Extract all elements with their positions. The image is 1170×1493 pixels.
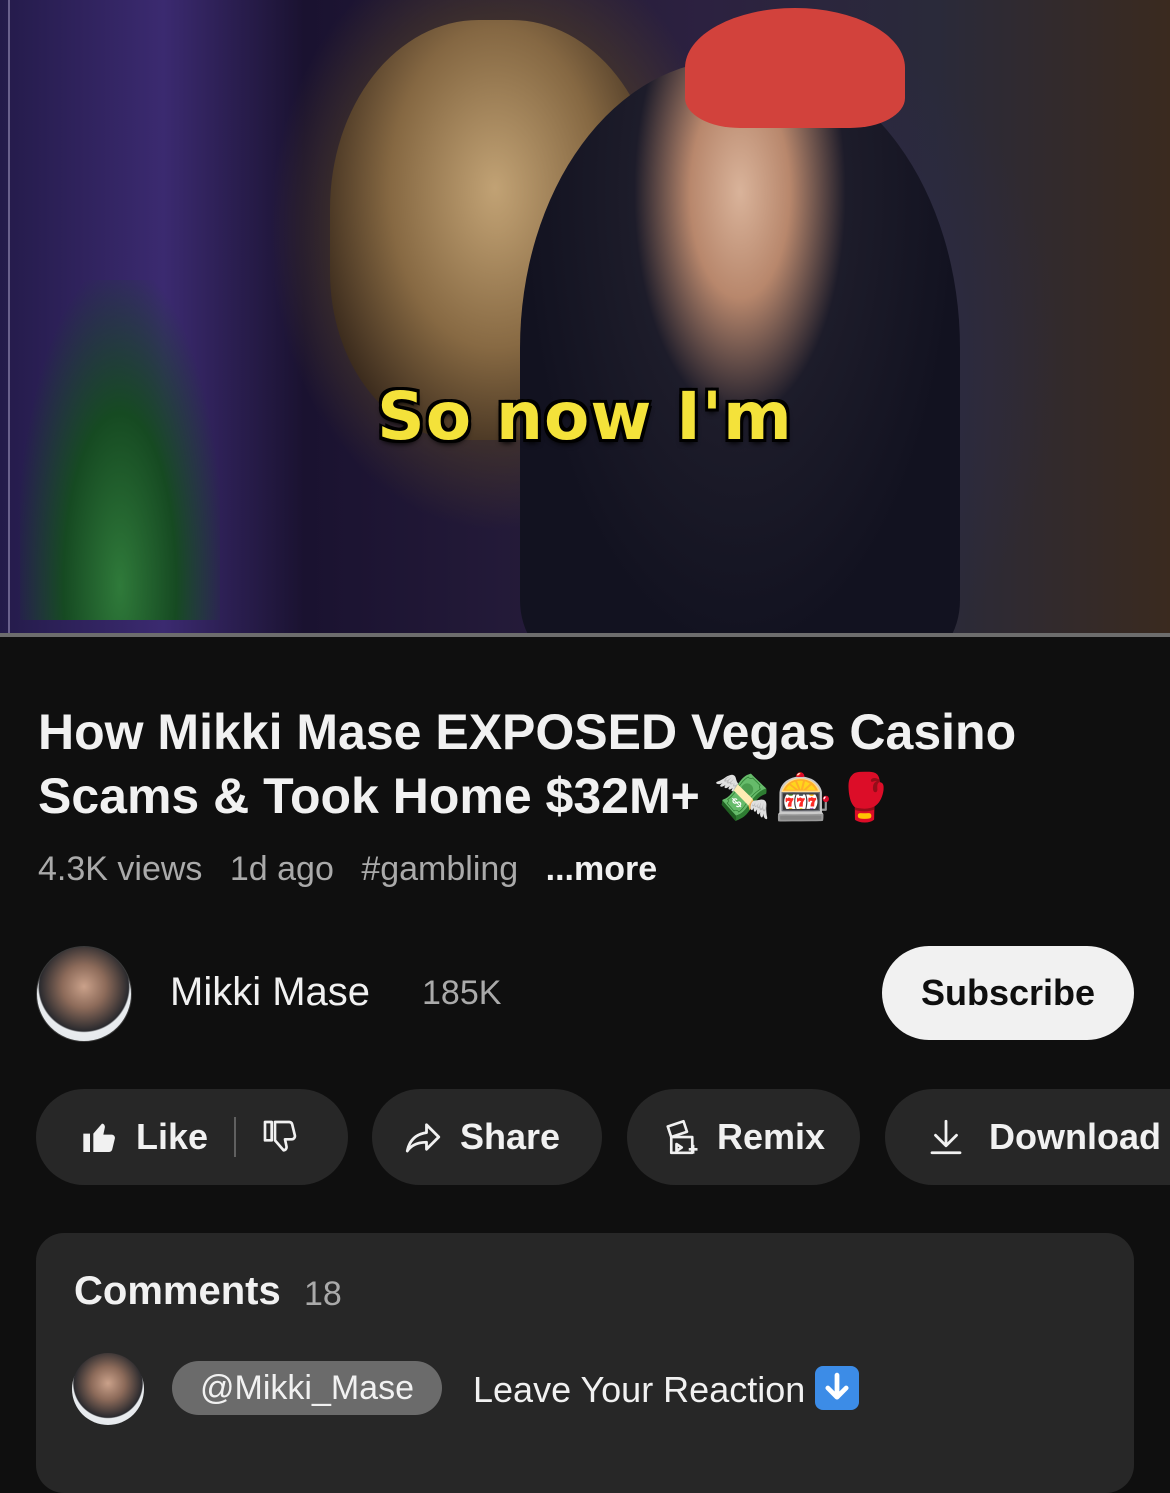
video-player[interactable]: So now I'm (0, 0, 1170, 637)
remix-button[interactable]: Remix (627, 1089, 860, 1185)
download-button[interactable]: Download (885, 1089, 1170, 1185)
speaker-cap (685, 8, 905, 128)
top-comment: Leave Your Reaction (473, 1366, 860, 1411)
video-caption: So now I'm (377, 378, 793, 455)
video-title[interactable]: How Mikki Mase EXPOSED Vegas Casino Scam… (38, 700, 1133, 829)
commenter-avatar (72, 1353, 144, 1425)
progress-bar[interactable] (0, 633, 1170, 637)
thumbs-down-icon[interactable] (260, 1117, 300, 1157)
share-label: Share (460, 1116, 561, 1157)
download-icon (930, 1119, 962, 1155)
remix-label: Remix (717, 1116, 826, 1157)
comments-title: Comments (74, 1269, 281, 1313)
down-arrow-icon (815, 1366, 860, 1410)
subscribe-button[interactable]: Subscribe (882, 946, 1134, 1040)
frame-edge (8, 0, 10, 637)
share-button[interactable]: Share (372, 1089, 602, 1185)
comments-count: 18 (304, 1275, 342, 1313)
hashtag-link[interactable]: #gambling (361, 850, 518, 888)
speaker (520, 60, 960, 637)
title-emoji: 💸🎰🥊 (713, 770, 898, 824)
like-button[interactable]: Like (36, 1116, 208, 1158)
top-comment-text: Leave Your Reaction (473, 1369, 806, 1410)
like-divider (234, 1117, 237, 1157)
subscriber-count: 185K (422, 974, 502, 1012)
action-bar: Like Share Remix Download (36, 1089, 1170, 1185)
like-dislike-group: Like (36, 1089, 348, 1185)
mention-chip[interactable]: @Mikki_Mase (172, 1361, 442, 1415)
thumbs-up-icon (83, 1123, 115, 1152)
more-link[interactable]: ...more (546, 850, 657, 888)
upload-age: 1d ago (229, 850, 334, 888)
remix-icon (666, 1119, 698, 1155)
share-icon (405, 1123, 441, 1153)
view-count: 4.3K views (38, 850, 203, 888)
channel-avatar[interactable] (36, 946, 132, 1042)
comments-card[interactable]: Comments 18 @Mikki_Mase Leave Your React… (36, 1233, 1134, 1493)
video-meta[interactable]: 4.3K views 1d ago #gambling ...more (38, 850, 675, 889)
channel-row: Mikki Mase 185K Subscribe (36, 944, 1136, 1042)
channel-name[interactable]: Mikki Mase (170, 970, 370, 1015)
download-label: Download (989, 1116, 1161, 1157)
like-label: Like (136, 1116, 209, 1157)
